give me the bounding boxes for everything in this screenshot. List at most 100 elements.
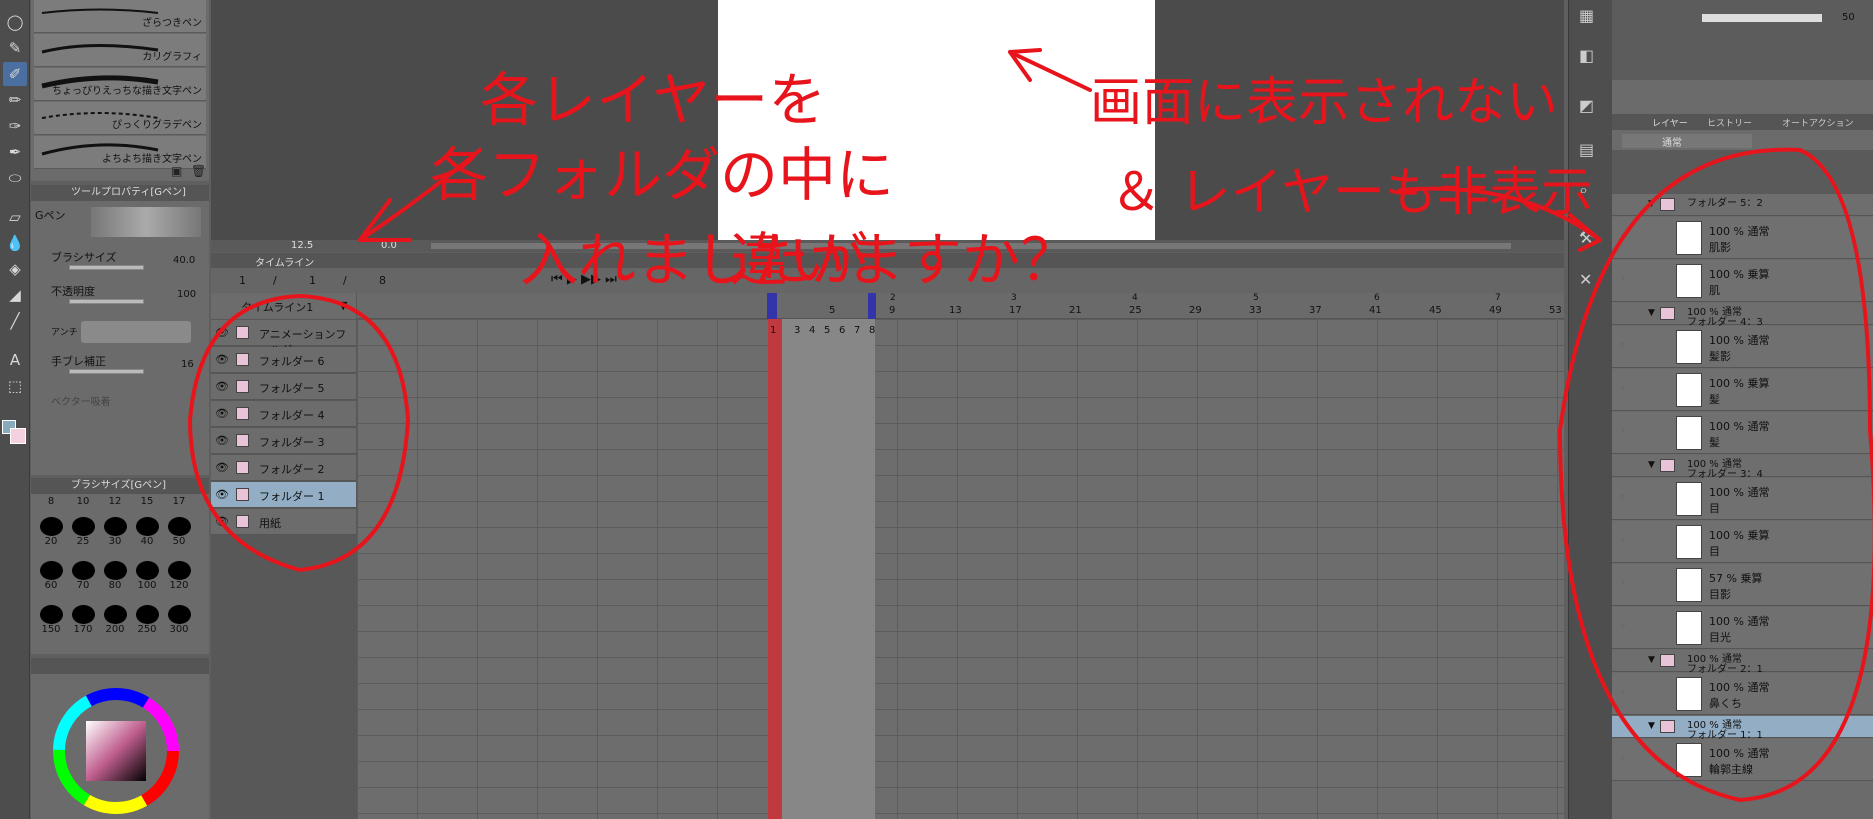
anti-alias-selector[interactable] bbox=[81, 321, 191, 343]
layer-row[interactable]: ◦ 100 % 通常 輪郭主線 bbox=[1612, 739, 1873, 781]
search-icon[interactable]: ⌕ bbox=[1579, 180, 1588, 200]
eye-icon[interactable]: ◦ bbox=[1620, 535, 1626, 546]
opacity-slider[interactable] bbox=[69, 299, 144, 304]
brush-preset[interactable]: カリグラフィ bbox=[34, 34, 206, 67]
trash-icon[interactable]: 🗑 bbox=[191, 164, 206, 178]
layer-row[interactable]: ◦ 57 % 乗算 目影 bbox=[1612, 564, 1873, 606]
horizontal-scrollbar[interactable] bbox=[431, 243, 1511, 249]
stabilize-slider[interactable] bbox=[69, 369, 144, 374]
eye-icon[interactable]: 👁 bbox=[215, 353, 229, 366]
chevron-down-icon[interactable]: ▼ bbox=[1648, 655, 1655, 665]
brush-size-option[interactable]: 10 bbox=[67, 496, 99, 512]
chevron-down-icon[interactable]: ▼ bbox=[1648, 308, 1655, 318]
brush-size-option[interactable]: 8 bbox=[35, 496, 67, 512]
eye-icon[interactable]: 👁 bbox=[215, 326, 229, 339]
eye-icon[interactable]: 👁 bbox=[215, 461, 229, 474]
chevron-down-icon[interactable]: ▼ bbox=[339, 299, 347, 312]
blend-icon[interactable]: 💧 bbox=[3, 231, 27, 255]
cel-number[interactable]: 1 bbox=[770, 325, 776, 336]
brush-size-option[interactable]: 30 bbox=[99, 516, 131, 548]
tool-icon[interactable]: ⚒ bbox=[1579, 228, 1593, 247]
end-frame[interactable]: 8 bbox=[379, 274, 386, 287]
brush-size-option[interactable]: 250 bbox=[131, 604, 163, 636]
brush-size-option[interactable]: 120 bbox=[163, 560, 195, 592]
cel-number[interactable]: 8 bbox=[869, 325, 875, 336]
timeline-track[interactable]: 👁 用紙 bbox=[211, 509, 356, 535]
opacity-value[interactable]: 100 bbox=[177, 289, 196, 300]
brush-size-option[interactable]: 40 bbox=[131, 516, 163, 548]
gradient-icon[interactable]: ◢ bbox=[3, 283, 27, 307]
eye-icon[interactable]: ◦ bbox=[1620, 753, 1626, 764]
layer-folder[interactable]: ▼ 100 % 通常 フォルダー 1：1 bbox=[1612, 716, 1873, 741]
timeline-tab[interactable]: タイムライン bbox=[255, 254, 314, 269]
brush-size-value[interactable]: 40.0 bbox=[173, 255, 195, 266]
tab-history[interactable]: ヒストリー bbox=[1707, 116, 1752, 129]
lasso-icon[interactable]: ◯ bbox=[3, 10, 27, 34]
brush-size-option[interactable]: 50 bbox=[163, 516, 195, 548]
brush-size-option[interactable]: 20 bbox=[35, 516, 67, 548]
timeline-track[interactable]: 👁 フォルダー 4 bbox=[211, 401, 356, 427]
eye-icon[interactable]: 👁 bbox=[215, 434, 229, 447]
eye-icon[interactable]: 👁 bbox=[215, 488, 229, 501]
cel-number[interactable]: 5 bbox=[824, 325, 830, 336]
cel-number[interactable]: 7 bbox=[854, 325, 860, 336]
brush-preset[interactable]: ぴっくりグラデペン bbox=[34, 102, 206, 135]
frame-count[interactable]: 1 bbox=[309, 274, 316, 287]
timeline-track[interactable]: 👁 フォルダー 5 bbox=[211, 374, 356, 400]
tab-auto-action[interactable]: オートアクション bbox=[1782, 116, 1854, 129]
eye-icon[interactable]: ◦ bbox=[1620, 578, 1626, 589]
layer-folder[interactable]: ▼ フォルダー 5：2 bbox=[1612, 194, 1873, 216]
color-wheel[interactable] bbox=[51, 686, 181, 816]
cel-number[interactable]: 3 bbox=[794, 325, 800, 336]
timeline-track[interactable]: 👁 フォルダー 2 bbox=[211, 455, 356, 481]
brush-preset[interactable]: ちょっぴりえっちな描き文字ペン bbox=[34, 68, 206, 101]
layer-row[interactable]: ◦ 100 % 通常 鼻くち bbox=[1612, 673, 1873, 715]
eye-icon[interactable]: ◦ bbox=[1620, 340, 1626, 351]
opacity-value[interactable]: 50 bbox=[1842, 12, 1855, 23]
brush-size-option[interactable]: 200 bbox=[99, 604, 131, 636]
brush-size-option[interactable]: 150 bbox=[35, 604, 67, 636]
layer-row[interactable]: ◦ 100 % 通常 目光 bbox=[1612, 607, 1873, 649]
eraser-icon[interactable]: ▱ bbox=[3, 205, 27, 229]
layer-row[interactable]: ◦ 100 % 通常 肌影 bbox=[1612, 217, 1873, 259]
brush-size-option[interactable]: 12 bbox=[99, 496, 131, 512]
layer-property-icon[interactable]: ◩ bbox=[1579, 96, 1594, 115]
layer-folder[interactable]: ▼ 100 % 通常 フォルダー 3：4 bbox=[1612, 455, 1873, 480]
eye-icon[interactable]: ◦ bbox=[1620, 426, 1626, 437]
layer-folder[interactable]: ▼ 100 % 通常 フォルダー 4：3 bbox=[1612, 303, 1873, 328]
text-icon[interactable]: A bbox=[3, 348, 27, 372]
timeline-grid[interactable]: 159131721252933374145495357616512345678 … bbox=[357, 293, 1742, 819]
chevron-down-icon[interactable]: ▼ bbox=[1648, 721, 1655, 731]
layer-row[interactable]: ◦ 100 % 乗算髪 bbox=[1612, 369, 1873, 411]
canvas-paper[interactable] bbox=[718, 0, 1155, 240]
ellipse-icon[interactable]: ⬭ bbox=[3, 166, 27, 190]
layer-row[interactable]: ◦ 100 % 乗算肌 bbox=[1612, 260, 1873, 302]
timeline-track[interactable]: 👁 フォルダー 1 bbox=[211, 482, 356, 508]
cel-number[interactable]: 4 bbox=[809, 325, 815, 336]
brush-preset[interactable]: ざらつきペン bbox=[34, 0, 206, 33]
chevron-down-icon[interactable]: ▼ bbox=[1648, 199, 1655, 209]
stabilize-value[interactable]: 16 bbox=[181, 359, 194, 370]
tab-layer[interactable]: レイヤー bbox=[1652, 116, 1688, 129]
eye-icon[interactable]: ◦ bbox=[1620, 687, 1626, 698]
angle-value[interactable]: 0.0 bbox=[381, 240, 397, 251]
end-marker[interactable] bbox=[868, 293, 876, 319]
blend-mode-select[interactable]: 通常 bbox=[1622, 134, 1752, 149]
subview-icon[interactable]: ◧ bbox=[1579, 46, 1594, 65]
eye-icon[interactable]: 👁 bbox=[215, 380, 229, 393]
fill-icon[interactable]: ◈ bbox=[3, 257, 27, 281]
brush-size-slider[interactable] bbox=[69, 265, 144, 270]
airbrush-icon[interactable]: ✒ bbox=[3, 140, 27, 164]
brush-size-option[interactable]: 170 bbox=[67, 604, 99, 636]
brush-size-option[interactable]: 100 bbox=[131, 560, 163, 592]
pencil-icon[interactable]: ✏ bbox=[3, 88, 27, 112]
brush-size-option[interactable]: 300 bbox=[163, 604, 195, 636]
sub-color-swatch[interactable] bbox=[10, 428, 26, 444]
line-icon[interactable]: ╱ bbox=[3, 309, 27, 333]
close-icon[interactable]: ✕ bbox=[1579, 270, 1592, 289]
new-subtool-icon[interactable]: ▣ bbox=[171, 164, 182, 178]
layer-row[interactable]: ◦ 100 % 通常 髪影 bbox=[1612, 326, 1873, 368]
eye-icon[interactable]: 👁 bbox=[215, 407, 229, 420]
brush-size-option[interactable]: 70 bbox=[67, 560, 99, 592]
timeline-track[interactable]: 👁 フォルダー 6 bbox=[211, 347, 356, 373]
